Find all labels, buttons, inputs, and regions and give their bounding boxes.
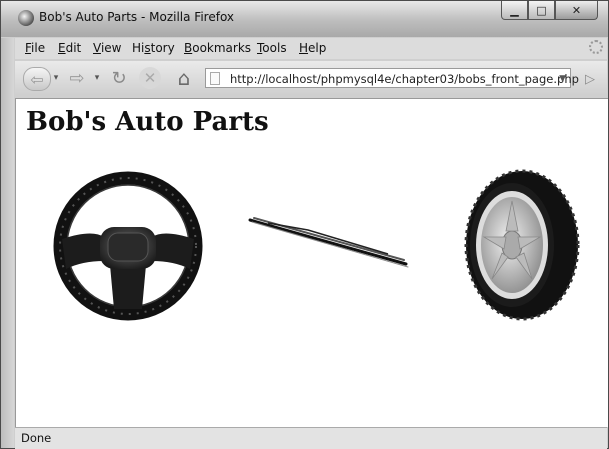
menu-help-label: elp — [308, 41, 327, 55]
go-button[interactable]: ▷ — [580, 69, 600, 89]
menu-bookmarks[interactable]: Bookmarks — [184, 41, 251, 55]
home-button[interactable]: ⌂ — [171, 66, 197, 90]
menu-bookmarks-accesskey: B — [184, 41, 193, 55]
minimize-button[interactable]: ▁ — [501, 1, 528, 20]
url-text: http://localhost/phpmysql4e/chapter03/bo… — [230, 72, 579, 86]
url-dropdown-icon[interactable]: ▼ — [559, 74, 566, 84]
wiper-blade-image — [248, 217, 409, 268]
menu-help-accesskey: H — [299, 41, 309, 55]
menu-edit-label: dit — [65, 41, 82, 55]
status-bar: Done — [15, 427, 607, 449]
browser-window: Bob's Auto Parts - Mozilla Firefox ▁ □ ✕… — [0, 0, 609, 449]
steering-wheel-image — [53, 171, 203, 321]
go-arrow-icon: ▷ — [585, 71, 595, 87]
back-button[interactable]: ⇦ — [23, 67, 51, 91]
menu-tools-label: ools — [262, 41, 287, 55]
page-heading: Bob's Auto Parts — [26, 107, 269, 137]
forward-button[interactable]: ⇨ — [64, 67, 90, 89]
menu-edit[interactable]: Edit — [58, 41, 81, 55]
forward-arrow-icon: ⇨ — [69, 67, 85, 89]
tire-image — [464, 169, 580, 321]
dropdown-arrow-icon: ▾ — [53, 73, 59, 83]
maximize-icon: □ — [536, 3, 547, 17]
reload-button[interactable]: ↻ — [107, 66, 131, 90]
forward-history-dropdown[interactable]: ▾ — [93, 73, 101, 83]
maximize-button[interactable]: □ — [528, 1, 555, 20]
close-icon: ✕ — [571, 3, 582, 17]
reload-icon: ↻ — [111, 67, 127, 89]
menu-bookmarks-label: ookmarks — [192, 41, 252, 55]
menu-history-label: tory — [150, 41, 175, 55]
window-left-border — [1, 38, 14, 448]
status-text: Done — [21, 431, 52, 445]
page-icon — [210, 72, 220, 85]
minimize-icon: ▁ — [510, 3, 519, 17]
menu-edit-accesskey: E — [58, 41, 66, 55]
window-title: Bob's Auto Parts - Mozilla Firefox — [39, 10, 235, 24]
back-arrow-icon: ⇦ — [30, 69, 44, 89]
address-bar[interactable]: http://localhost/phpmysql4e/chapter03/bo… — [205, 68, 579, 88]
navigation-toolbar: ⇦ ▾ ⇨ ▾ ↻ ✕ ⌂ http://localhost/phpmysql4… — [15, 61, 607, 95]
menu-view-label: iew — [100, 41, 122, 55]
page-content: Bob's Auto Parts — [15, 98, 608, 427]
menu-file[interactable]: File — [25, 41, 45, 55]
close-button[interactable]: ✕ — [555, 1, 598, 20]
menu-view[interactable]: View — [93, 41, 121, 55]
menu-history[interactable]: History — [132, 41, 175, 55]
stop-icon: ✕ — [143, 69, 157, 87]
title-bar[interactable]: Bob's Auto Parts - Mozilla Firefox ▁ □ ✕ — [1, 1, 608, 37]
home-icon: ⌂ — [177, 66, 191, 90]
activity-throbber-icon — [589, 40, 603, 54]
menu-bar: File Edit View History Bookmarks Tools H… — [15, 38, 607, 59]
stop-button[interactable]: ✕ — [139, 67, 161, 89]
firefox-icon — [18, 10, 34, 26]
dropdown-arrow-icon: ▾ — [94, 73, 100, 83]
back-history-dropdown[interactable]: ▾ — [52, 73, 60, 83]
menu-history-prefix: Hi — [132, 41, 145, 55]
menu-help[interactable]: Help — [299, 41, 326, 55]
menu-tools[interactable]: Tools — [257, 41, 287, 55]
menu-view-accesskey: V — [93, 41, 101, 55]
window-controls: ▁ □ ✕ — [501, 1, 598, 21]
menu-file-label: ile — [31, 41, 46, 55]
